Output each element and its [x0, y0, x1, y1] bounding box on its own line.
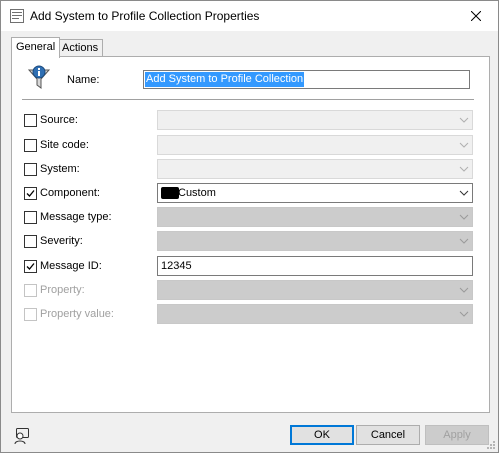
chevron-down-icon — [459, 236, 469, 246]
ok-button[interactable]: OK — [290, 425, 354, 445]
filter-row-message-type: Message type: — [12, 207, 489, 227]
chevron-down-icon — [459, 115, 469, 125]
filter-row-component: Component: Custom — [12, 183, 489, 203]
severity-dropdown[interactable] — [157, 231, 473, 251]
source-dropdown[interactable] — [157, 110, 473, 130]
filter-row-property-value: Property value: — [12, 304, 489, 324]
property-checkbox[interactable] — [24, 284, 37, 297]
component-dropdown[interactable]: Custom — [157, 183, 473, 203]
redacted-mark — [161, 187, 179, 199]
filter-row-property: Property: — [12, 280, 489, 300]
properties-icon — [9, 8, 25, 24]
chevron-down-icon — [459, 212, 469, 222]
checkmark-icon — [26, 190, 35, 197]
chevron-down-icon — [459, 309, 469, 319]
checkmark-icon — [26, 263, 35, 270]
component-value: Custom — [178, 187, 216, 199]
site-code-label: Site code: — [40, 139, 89, 151]
source-label: Source: — [40, 114, 78, 126]
system-dropdown[interactable] — [157, 159, 473, 179]
component-checkbox[interactable] — [24, 187, 37, 200]
name-field[interactable]: Add System to Profile Collection — [143, 70, 470, 89]
user-search-icon[interactable] — [13, 427, 31, 445]
general-tab-panel: Name: Add System to Profile Collection S… — [11, 56, 490, 413]
site-code-dropdown[interactable] — [157, 135, 473, 155]
message-id-value: 12345 — [161, 260, 192, 272]
close-button[interactable] — [453, 1, 498, 31]
message-id-field[interactable]: 12345 — [157, 256, 473, 276]
severity-checkbox[interactable] — [24, 235, 37, 248]
message-id-checkbox[interactable] — [24, 260, 37, 273]
message-id-label: Message ID: — [40, 260, 102, 272]
filter-row-message-id: Message ID: 12345 — [12, 256, 489, 276]
chevron-down-icon — [459, 285, 469, 295]
system-checkbox[interactable] — [24, 163, 37, 176]
severity-label: Severity: — [40, 235, 83, 247]
filter-row-severity: Severity: — [12, 231, 489, 251]
tab-actions[interactable]: Actions — [57, 39, 104, 57]
apply-button[interactable]: Apply — [425, 425, 489, 445]
name-label: Name: — [67, 74, 100, 86]
component-label: Component: — [40, 187, 100, 199]
property-value-label: Property value: — [40, 308, 114, 320]
window-title: Add System to Profile Collection Propert… — [30, 9, 260, 23]
tab-general[interactable]: General — [11, 37, 61, 58]
divider — [22, 99, 474, 100]
filter-info-icon — [27, 65, 51, 91]
property-dropdown[interactable] — [157, 280, 473, 300]
close-icon — [470, 11, 481, 21]
cancel-button[interactable]: Cancel — [356, 425, 420, 445]
property-label: Property: — [40, 284, 85, 296]
filter-row-source: Source: — [12, 110, 489, 130]
properties-dialog: Add System to Profile Collection Propert… — [0, 0, 499, 453]
source-checkbox[interactable] — [24, 114, 37, 127]
site-code-checkbox[interactable] — [24, 139, 37, 152]
property-value-dropdown[interactable] — [157, 304, 473, 324]
message-type-checkbox[interactable] — [24, 211, 37, 224]
title-bar: Add System to Profile Collection Propert… — [1, 1, 498, 31]
message-type-label: Message type: — [40, 211, 112, 223]
resize-grip-icon[interactable] — [486, 440, 496, 450]
filter-row-system: System: — [12, 159, 489, 179]
property-value-checkbox[interactable] — [24, 308, 37, 321]
filter-row-site-code: Site code: — [12, 135, 489, 155]
name-value: Add System to Profile Collection — [145, 72, 305, 87]
chevron-down-icon — [459, 188, 469, 198]
chevron-down-icon — [459, 140, 469, 150]
system-label: System: — [40, 163, 80, 175]
chevron-down-icon — [459, 164, 469, 174]
message-type-dropdown[interactable] — [157, 207, 473, 227]
